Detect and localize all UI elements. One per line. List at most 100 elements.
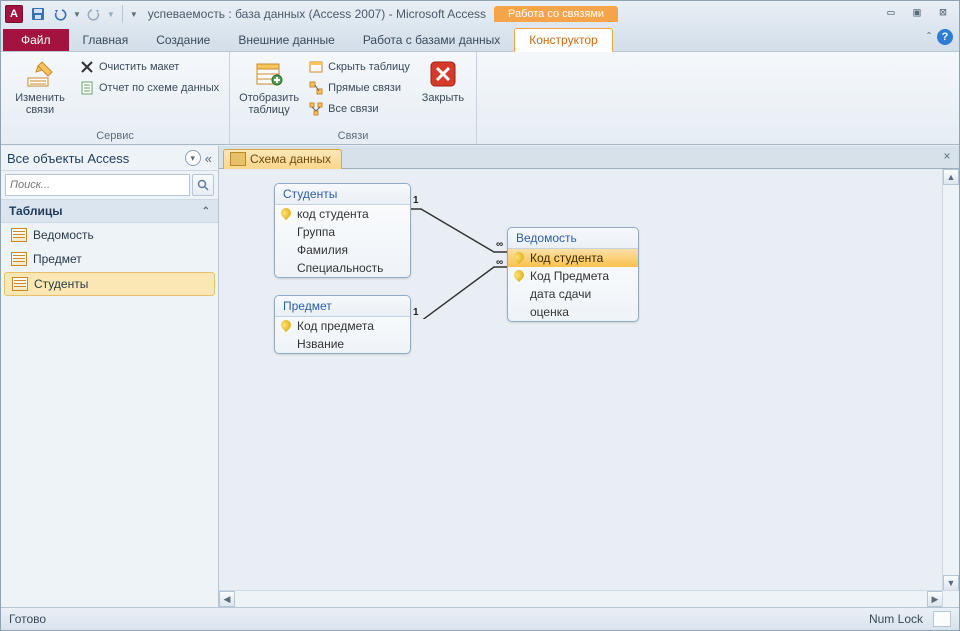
vertical-scrollbar[interactable]: ▲ ▼ — [942, 169, 959, 591]
hide-table-label: Скрыть таблицу — [328, 61, 410, 73]
table-field[interactable]: оценка — [508, 303, 638, 321]
clear-layout-label: Очистить макет — [99, 61, 179, 73]
scroll-up-button[interactable]: ▲ — [943, 169, 959, 185]
hide-table-icon — [308, 59, 324, 75]
scroll-track[interactable] — [235, 591, 927, 607]
close-relations-label: Закрыть — [422, 92, 464, 104]
status-numlock: Num Lock — [869, 612, 923, 626]
table-field[interactable]: дата сдачи — [508, 285, 638, 303]
group-relations-label: Связи — [238, 128, 468, 142]
all-relations-icon — [308, 101, 324, 117]
view-switcher — [933, 611, 951, 627]
clear-layout-button[interactable]: Очистить макет — [77, 58, 221, 76]
table-field[interactable]: Код Предмета — [508, 267, 638, 285]
all-relations-button[interactable]: Все связи — [306, 100, 412, 118]
relationship-canvas[interactable]: 1 ∞ 1 ∞ Студенты код студента Группа Фам… — [219, 169, 959, 607]
table-field[interactable]: код студента — [275, 205, 410, 223]
direct-relations-icon — [308, 80, 324, 96]
status-ready: Готово — [9, 612, 46, 626]
nav-category-tables[interactable]: Таблицы ⌃ — [1, 200, 218, 223]
table-field[interactable]: Код предмета — [275, 317, 410, 335]
table-icon — [11, 252, 27, 266]
nav-item-vedomost[interactable]: Ведомость — [1, 223, 218, 247]
table-box-students[interactable]: Студенты код студента Группа Фамилия Спе… — [274, 183, 411, 278]
window-controls: ▭ ▣ ⊠ — [881, 5, 953, 19]
context-group-title: Работа со связями — [494, 6, 618, 22]
show-table-icon — [253, 58, 285, 90]
table-field[interactable]: Группа — [275, 223, 410, 241]
undo-button[interactable] — [51, 5, 69, 23]
relationship-report-button[interactable]: Отчет по схеме данных — [77, 79, 221, 97]
close-relations-button[interactable]: Закрыть — [418, 56, 468, 128]
table-field[interactable]: Специальность — [275, 259, 410, 277]
nav-header-title: Все объекты Access — [7, 151, 129, 166]
table-box-subject[interactable]: Предмет Код предмета Нзвание — [274, 295, 411, 354]
relationship-report-icon — [79, 80, 95, 96]
document-area: Схема данных × 1 ∞ 1 ∞ Студенты код студ… — [219, 146, 959, 607]
ribbon: Изменить связи Очистить макет Отчет по с… — [1, 52, 959, 145]
body: Все объекты Access ▾ « Таблицы ⌃ Ведомос… — [1, 145, 959, 607]
edit-relations-button[interactable]: Изменить связи — [9, 56, 71, 128]
tab-external-data[interactable]: Внешние данные — [224, 29, 349, 51]
ribbon-group-service: Изменить связи Очистить макет Отчет по с… — [1, 52, 230, 144]
rel-many-label: ∞ — [496, 257, 503, 268]
maximize-button[interactable]: ▣ — [907, 5, 927, 19]
horizontal-scrollbar[interactable]: ◀ ▶ — [219, 590, 943, 607]
scroll-corner — [942, 590, 959, 607]
doc-close-button[interactable]: × — [939, 149, 955, 165]
status-bar: Готово Num Lock — [1, 607, 959, 630]
nav-category-label: Таблицы — [9, 204, 62, 218]
nav-item-label: Студенты — [34, 277, 88, 291]
navigation-pane: Все объекты Access ▾ « Таблицы ⌃ Ведомос… — [1, 146, 219, 607]
hide-table-button[interactable]: Скрыть таблицу — [306, 58, 412, 76]
table-icon — [12, 277, 28, 291]
scroll-left-button[interactable]: ◀ — [219, 591, 235, 607]
help-icon[interactable]: ? — [937, 29, 953, 45]
contextual-tab-group: Работа со связями — [494, 6, 618, 22]
table-field[interactable]: Нзвание — [275, 335, 410, 353]
table-title: Студенты — [275, 184, 410, 205]
redo-dropdown-icon[interactable]: ▼ — [107, 10, 115, 19]
show-table-label: Отобразить таблицу — [238, 92, 300, 116]
search-input[interactable] — [5, 174, 190, 196]
title-bar: A ▼ ▼ ▼ успеваемость : база данных (Acce… — [1, 1, 959, 27]
qat-customize-icon[interactable]: ▼ — [130, 10, 138, 19]
nav-item-studenty[interactable]: Студенты — [4, 272, 215, 296]
search-button[interactable] — [192, 174, 214, 196]
rel-one-label: 1 — [413, 307, 419, 318]
tab-home[interactable]: Главная — [69, 29, 143, 51]
edit-relations-icon — [24, 58, 56, 90]
tab-design[interactable]: Конструктор — [514, 28, 612, 52]
ribbon-tabs: Файл Главная Создание Внешние данные Раб… — [1, 27, 959, 52]
nav-header[interactable]: Все объекты Access ▾ « — [1, 146, 218, 171]
scroll-right-button[interactable]: ▶ — [927, 591, 943, 607]
nav-filter-icon[interactable]: ▾ — [185, 150, 201, 166]
nav-search — [1, 171, 218, 200]
view-button[interactable] — [933, 611, 951, 627]
show-table-button[interactable]: Отобразить таблицу — [238, 56, 300, 128]
tab-database-tools[interactable]: Работа с базами данных — [349, 29, 514, 51]
tab-file[interactable]: Файл — [3, 29, 69, 51]
scroll-down-button[interactable]: ▼ — [943, 575, 959, 591]
table-box-sheet[interactable]: Ведомость Код студента Код Предмета дата… — [507, 227, 639, 322]
doc-tab-schema[interactable]: Схема данных — [223, 149, 342, 169]
table-field[interactable]: Код студента — [508, 249, 638, 267]
minimize-ribbon-icon[interactable]: ˆ — [927, 30, 931, 44]
nav-item-label: Предмет — [33, 252, 82, 266]
table-title: Ведомость — [508, 228, 638, 249]
direct-relations-button[interactable]: Прямые связи — [306, 79, 412, 97]
document-tabs: Схема данных × — [219, 146, 959, 169]
app-icon: A — [5, 5, 23, 23]
nav-item-predmet[interactable]: Предмет — [1, 247, 218, 271]
tab-create[interactable]: Создание — [142, 29, 224, 51]
minimize-button[interactable]: ▭ — [881, 5, 901, 19]
redo-button[interactable] — [85, 5, 103, 23]
scroll-track[interactable] — [943, 185, 959, 575]
close-button[interactable]: ⊠ — [933, 5, 953, 19]
nav-collapse-icon[interactable]: « — [205, 151, 212, 166]
table-field[interactable]: Фамилия — [275, 241, 410, 259]
group-service-label: Сервис — [9, 128, 221, 142]
save-button[interactable] — [29, 5, 47, 23]
clear-layout-icon — [79, 59, 95, 75]
undo-dropdown-icon[interactable]: ▼ — [73, 10, 81, 19]
